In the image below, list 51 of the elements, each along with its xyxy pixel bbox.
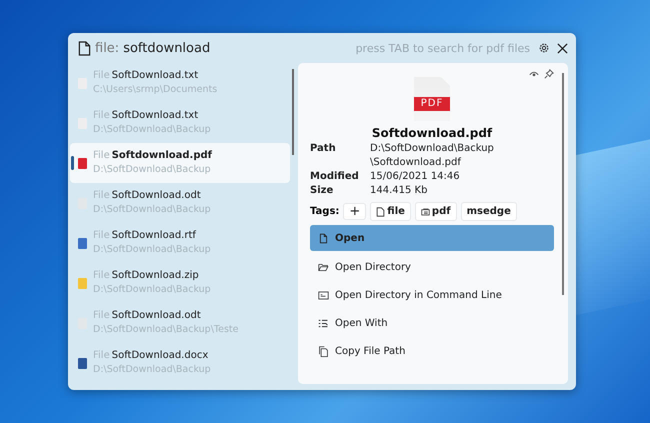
list-icon: [318, 318, 329, 328]
tags-label: Tags:: [310, 206, 340, 217]
file-icon: [78, 40, 91, 56]
pdf-badge: PDF: [412, 97, 452, 111]
detail-value: 144.415 Kb: [370, 184, 428, 198]
file-icon: [318, 232, 329, 244]
search-hint: press TAB to search for pdf files: [356, 42, 530, 54]
result-name: SoftDownload.odt: [112, 190, 201, 201]
file-type-icon: [78, 118, 87, 128]
file-type-icon: [78, 278, 87, 288]
result-path: D:\SoftDownload\Backup: [93, 163, 212, 177]
file-title: Softdownload.pdf: [370, 126, 494, 140]
tag-chip[interactable]: file: [370, 202, 411, 221]
eye-icon[interactable]: [529, 69, 539, 79]
file-icon: [376, 206, 386, 216]
search-field[interactable]: softdownload: [123, 40, 244, 56]
settings-icon[interactable]: [538, 42, 550, 54]
detail-value: D:\SoftDownload\Backup: [370, 142, 495, 156]
result-name: SoftDownload.rtf: [112, 230, 196, 241]
add-tag-button[interactable]: +: [343, 203, 366, 220]
result-name: SoftDownload.zip: [112, 270, 199, 281]
action-item[interactable]: Open Directory: [310, 253, 554, 281]
action-item[interactable]: Open: [310, 225, 554, 251]
result-name: SoftDownload.odt: [112, 310, 201, 321]
terminal-icon: [318, 290, 329, 300]
result-item[interactable]: File Softdownload.pdf D:\SoftDownload\Backup: [70, 143, 290, 183]
pin-icon[interactable]: [544, 69, 554, 79]
detail-label: Modified: [310, 170, 360, 184]
file-type-icon: [78, 238, 87, 248]
copy-icon: [318, 346, 329, 356]
search-prefix: file:: [95, 40, 120, 56]
folder-icon: [318, 262, 329, 272]
file-type-icon: [78, 158, 87, 168]
detail-label: Size: [310, 184, 334, 198]
result-name: SoftDownload.txt: [112, 70, 198, 81]
file-type-icon: [78, 78, 87, 88]
close-icon[interactable]: [557, 42, 568, 54]
detail-value: 15/06/2021 14:46: [370, 170, 461, 184]
tag-chip[interactable]: msedge: [460, 202, 517, 221]
file-type-icon: [78, 358, 87, 368]
tag-chip[interactable]: pdf: [414, 202, 457, 221]
action-item[interactable]: Open Directory in Command Line: [310, 281, 554, 309]
detail-label: Path: [310, 142, 337, 156]
document-stack-icon: [420, 206, 430, 216]
result-name: Softdownload.pdf: [112, 150, 212, 161]
detail-value: \Softdownload.pdf: [370, 156, 462, 170]
action-item[interactable]: Copy File Path: [310, 337, 554, 365]
result-name: SoftDownload.docx: [112, 350, 208, 361]
result-type: File: [93, 150, 110, 161]
result-name: SoftDownload.txt: [112, 110, 198, 121]
action-item[interactable]: Open With: [310, 309, 554, 337]
